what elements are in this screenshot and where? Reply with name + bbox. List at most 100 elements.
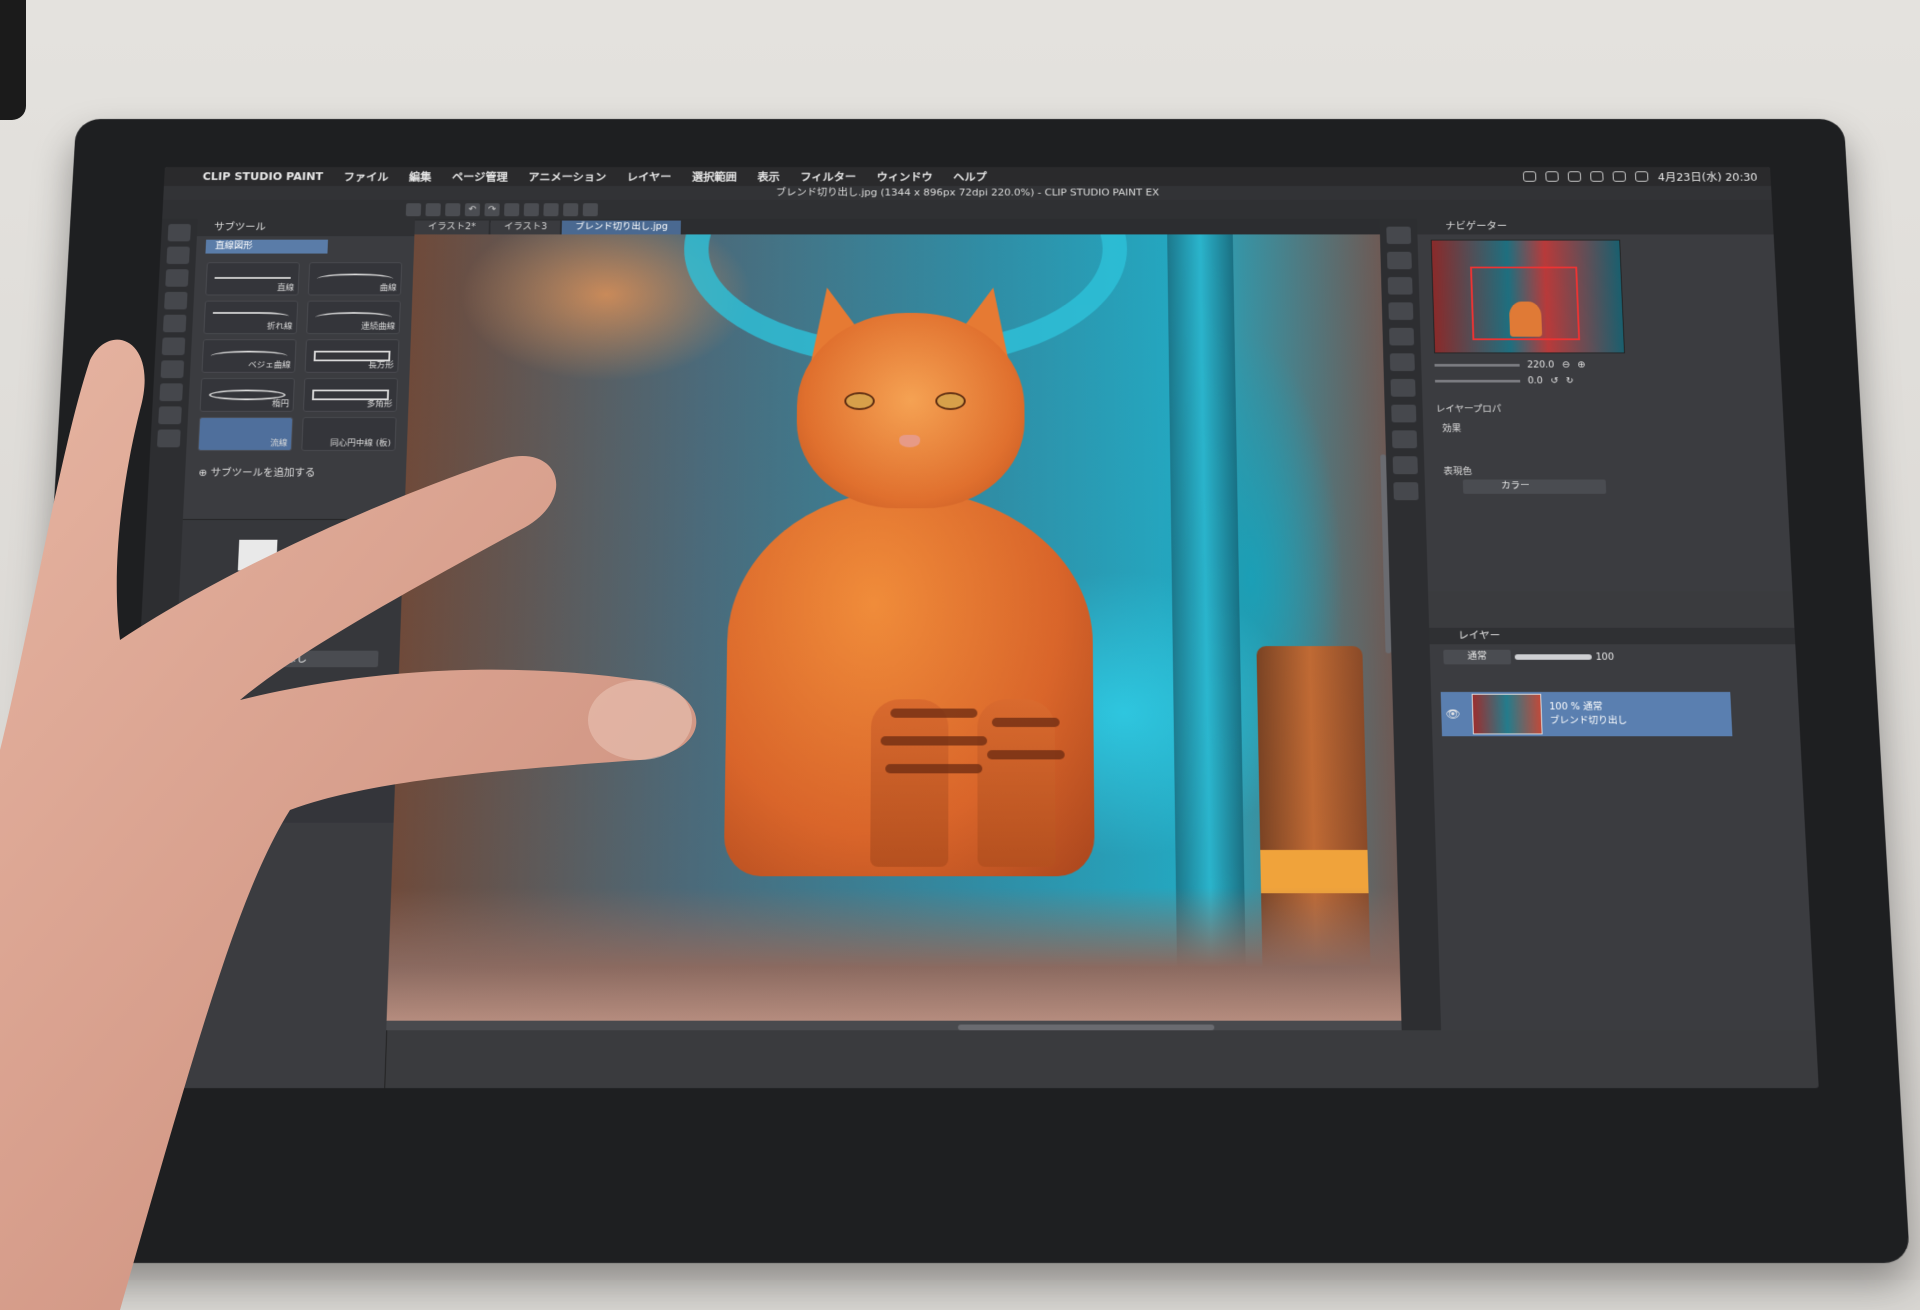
zoom-out-icon[interactable]: ⊖ (1562, 360, 1570, 370)
brush-size-option[interactable]: 4 (254, 745, 261, 757)
status-icon[interactable] (1523, 171, 1537, 182)
brush-size-option[interactable]: 5 (274, 745, 281, 757)
dock-icon[interactable] (1391, 430, 1418, 449)
subtool-continuous-curve[interactable]: 連続曲線 (306, 300, 401, 335)
dock-icon[interactable] (1386, 251, 1412, 270)
subtool-concentric[interactable]: 同心円中線 (板) (301, 417, 397, 451)
navigator-thumbnail[interactable] (1430, 239, 1625, 354)
add-subtool-button[interactable]: ⊕ サブツールを追加する (198, 465, 393, 479)
layer-item[interactable]: 👁 100 % 通常 ブレンド切り出し (1440, 691, 1733, 737)
navigator-view-frame[interactable] (1470, 266, 1581, 341)
dock-icon[interactable] (1389, 353, 1415, 372)
brush-size-option[interactable]: 3 (234, 745, 241, 757)
search-icon[interactable] (1635, 171, 1649, 182)
brush-size-row: 2 2.5 3 4 5 (171, 743, 396, 759)
rotate-slider[interactable] (1434, 379, 1521, 383)
brush-size-option[interactable]: 12 (209, 760, 223, 772)
tab-illust3[interactable]: イラスト3 (490, 220, 561, 235)
menu-selection[interactable]: 選択範囲 (682, 169, 748, 184)
frame-tool-icon[interactable] (159, 383, 183, 402)
brush-size-option[interactable]: 10 (182, 760, 196, 772)
pen-tool-icon[interactable] (166, 246, 190, 264)
brush-size-option[interactable]: 2 (183, 745, 190, 757)
undo-icon[interactable]: ↶ (464, 202, 481, 216)
zoom-value[interactable]: 220.0 (1527, 360, 1554, 370)
dock-icon[interactable] (1390, 378, 1416, 397)
move-tool-icon[interactable] (167, 224, 191, 242)
subtool-group-tab[interactable]: 直線図形 (205, 239, 329, 254)
subtool-ellipse[interactable]: 楕円 (199, 378, 295, 412)
zoom-in-icon[interactable]: ⊕ (1577, 360, 1585, 370)
brush-tool-icon[interactable] (165, 269, 189, 287)
status-icon[interactable] (1545, 171, 1560, 182)
tool-property-value[interactable]: 600.0 (323, 580, 354, 592)
wifi-icon[interactable] (1612, 171, 1627, 182)
opacity-value[interactable]: 100 (1595, 652, 1614, 662)
zoom-slider[interactable] (1434, 363, 1520, 367)
eye-icon[interactable]: 👁 (1441, 708, 1465, 721)
display-color-select[interactable]: カラー (1462, 479, 1607, 494)
dock-icon[interactable] (1386, 226, 1412, 244)
clip-studio-paint-window: CLIP STUDIO PAINT ファイル 編集 ページ管理 アニメーション … (117, 167, 1819, 1089)
tool-property-panel: 600.0 リアス なし (173, 519, 405, 712)
open-icon[interactable] (425, 202, 441, 216)
pen-icon[interactable] (563, 202, 579, 216)
dock-icon[interactable] (1388, 302, 1414, 320)
dock-icon[interactable] (1392, 456, 1418, 475)
layer-toolbar: 通常 100 (1430, 644, 1797, 670)
figure-tool-icon[interactable] (160, 360, 185, 379)
dock-icon[interactable] (1387, 277, 1413, 295)
ruler-icon[interactable] (582, 202, 598, 216)
settings-icon[interactable] (504, 202, 520, 216)
new-file-icon[interactable] (405, 202, 422, 216)
menu-page[interactable]: ページ管理 (441, 169, 518, 184)
menubar-datetime[interactable]: 4月23日(水) 20:30 (1658, 169, 1758, 184)
rotate-left-icon[interactable]: ↺ (1550, 376, 1558, 386)
opacity-slider[interactable] (1514, 654, 1592, 660)
fill-tool-icon[interactable] (162, 314, 187, 333)
menu-help[interactable]: ヘルプ (943, 169, 997, 184)
menu-file[interactable]: ファイル (333, 169, 399, 184)
subtool-line[interactable]: 直線 (205, 262, 300, 296)
brush-size-option[interactable]: 2.5 (203, 745, 221, 757)
subtool-rectangle[interactable]: 長方形 (304, 339, 400, 373)
tool-property-none-select[interactable]: なし (214, 650, 379, 668)
text-tool-icon[interactable] (158, 406, 182, 425)
canvas-horizontal-scrollbar[interactable] (958, 1024, 1215, 1031)
menu-layer[interactable]: レイヤー (616, 169, 681, 184)
menu-window[interactable]: ウィンドウ (866, 169, 943, 184)
layer-name: ブレンド切り出し (1549, 715, 1628, 727)
gradient-tool-icon[interactable] (161, 337, 186, 356)
subtool-polygon[interactable]: 多角形 (302, 378, 399, 412)
dock-icon[interactable] (1393, 482, 1419, 501)
menu-filter[interactable]: フィルター (790, 169, 866, 184)
color-swatch[interactable] (237, 539, 278, 571)
fill-icon[interactable] (523, 202, 540, 216)
artwork-cat (685, 280, 1095, 877)
subtool-bezier[interactable]: ベジェ曲線 (201, 339, 297, 373)
dock-icon[interactable] (1389, 327, 1415, 346)
transform-icon[interactable] (543, 202, 559, 216)
rotate-right-icon[interactable]: ↻ (1566, 376, 1574, 386)
menu-animation[interactable]: アニメーション (518, 169, 617, 184)
redo-icon[interactable]: ↷ (484, 202, 500, 216)
eraser-tool-icon[interactable] (164, 291, 188, 310)
subtool-curve[interactable]: 曲線 (307, 262, 403, 296)
menu-edit[interactable]: 編集 (398, 169, 441, 184)
blend-mode-select[interactable]: 通常 (1443, 649, 1512, 665)
menu-app[interactable]: CLIP STUDIO PAINT (192, 170, 334, 182)
status-icon[interactable] (1568, 171, 1582, 182)
menu-view[interactable]: 表示 (747, 169, 790, 184)
dock-icon[interactable] (1391, 404, 1417, 423)
subtool-polyline[interactable]: 折れ線 (203, 300, 299, 335)
tab-illust2[interactable]: イラスト2* (414, 220, 490, 235)
battery-icon[interactable] (1590, 171, 1604, 182)
display-color-label: 表現色 (1443, 466, 1473, 477)
eyedropper-tool-icon[interactable] (156, 429, 181, 448)
save-icon[interactable] (445, 202, 461, 216)
navigator-zoom-row: 220.0 ⊖ ⊕ (1434, 360, 1585, 370)
rotation-value[interactable]: 0.0 (1528, 376, 1543, 386)
canvas[interactable] (386, 234, 1402, 1031)
tab-blend-cutout[interactable]: ブレンド切り出し.jpg (561, 220, 681, 235)
subtool-streamline[interactable]: 流線 (197, 417, 294, 451)
